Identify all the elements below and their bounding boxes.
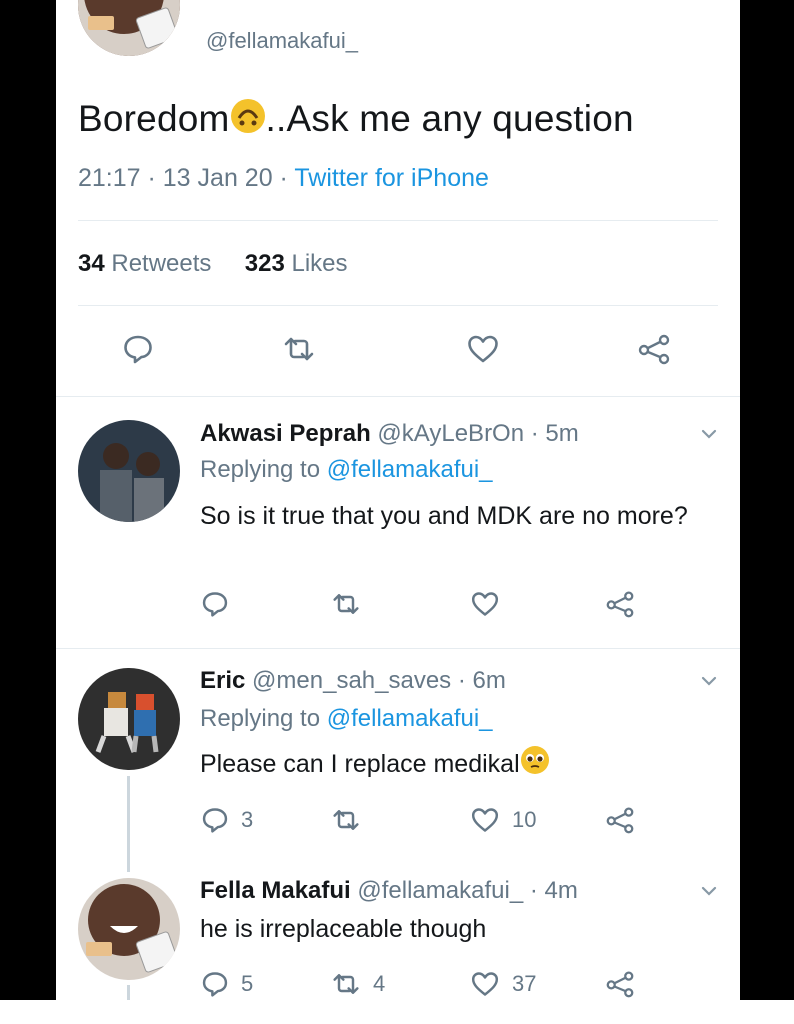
- divider: [78, 305, 718, 306]
- reply-button[interactable]: 3: [201, 806, 253, 834]
- replying-to-handle[interactable]: @fellamakafui_: [327, 705, 493, 732]
- reply-header: Eric @men_sah_saves · 6m: [200, 667, 506, 695]
- author-handle[interactable]: @fellamakafui_: [206, 28, 358, 54]
- pleading-face-emoji-icon: [520, 745, 550, 785]
- chevron-down-icon[interactable]: [697, 879, 721, 903]
- replying-to-handle[interactable]: @fellamakafui_: [327, 456, 493, 483]
- retweet-button[interactable]: 4: [331, 970, 385, 998]
- retweet-icon: [331, 970, 361, 998]
- reply-button[interactable]: 5: [201, 970, 253, 998]
- chevron-down-icon[interactable]: [697, 422, 721, 446]
- user-name[interactable]: Fella Makafui: [200, 877, 351, 904]
- replying-to: Replying to @fellamakafui_: [200, 705, 493, 733]
- heart-icon: [470, 590, 500, 618]
- reply-text: he is irreplaceable though: [200, 915, 487, 943]
- share-icon: [604, 970, 636, 998]
- replying-to-prefix: Replying to: [200, 456, 327, 483]
- tweet-stats: 34 Retweets 323 Likes: [78, 250, 348, 278]
- reply-button[interactable]: [201, 590, 241, 618]
- share-button[interactable]: [604, 806, 636, 834]
- retweets-stat[interactable]: 34 Retweets: [78, 250, 211, 277]
- share-icon: [604, 590, 636, 618]
- retweet-button[interactable]: [331, 590, 373, 618]
- like-button[interactable]: 37: [470, 970, 536, 998]
- avatar[interactable]: [78, 668, 180, 770]
- like-count: 10: [512, 807, 537, 832]
- divider: [56, 396, 740, 397]
- tweet-time[interactable]: 21:17: [78, 164, 141, 192]
- reply-icon: [201, 806, 229, 834]
- like-button[interactable]: 10: [470, 806, 536, 834]
- like-count: 37: [512, 971, 537, 996]
- upside-down-face-emoji-icon: [230, 98, 266, 143]
- meta-separator: ·: [140, 164, 163, 192]
- thread-connector-line: [127, 776, 130, 872]
- retweet-button[interactable]: [331, 806, 373, 834]
- user-name[interactable]: Eric: [200, 667, 245, 694]
- likes-stat[interactable]: 323 Likes: [245, 250, 348, 277]
- reply-icon: [201, 970, 229, 998]
- reply-icon: [201, 590, 229, 618]
- chevron-down-icon[interactable]: [697, 669, 721, 693]
- reply-count: 3: [241, 807, 254, 832]
- tweet-date[interactable]: 13 Jan 20: [163, 164, 273, 192]
- user-handle[interactable]: @kAyLeBrOn: [377, 420, 524, 447]
- share-button[interactable]: [636, 333, 672, 365]
- likes-count: 323: [244, 250, 285, 277]
- reply-time: · 5m: [530, 420, 579, 447]
- tweet-text: Boredom ..Ask me any question: [78, 98, 634, 143]
- retweet-count: 4: [373, 971, 386, 996]
- divider: [56, 648, 740, 649]
- replying-to: Replying to @fellamakafui_: [200, 456, 493, 484]
- retweets-label: Retweets: [104, 250, 212, 277]
- share-icon: [604, 806, 636, 834]
- tweet-text-before: Boredom: [78, 98, 230, 139]
- heart-icon: [470, 970, 500, 998]
- heart-icon: [466, 333, 500, 365]
- like-button[interactable]: [470, 590, 512, 618]
- retweet-icon: [282, 333, 316, 365]
- like-button[interactable]: [466, 333, 500, 365]
- tweet-meta: 21:17 · 13 Jan 20 · Twitter for iPhone: [78, 164, 489, 193]
- divider: [78, 220, 718, 221]
- reply-button[interactable]: [122, 333, 154, 365]
- bottom-border: [0, 1000, 794, 1024]
- share-icon: [636, 333, 672, 365]
- tweet-text-after: ..Ask me any question: [265, 98, 634, 139]
- heart-icon: [470, 806, 500, 834]
- replying-to-prefix: Replying to: [200, 705, 327, 732]
- avatar[interactable]: [78, 420, 180, 522]
- user-handle[interactable]: @men_sah_saves: [252, 667, 451, 694]
- retweet-icon: [331, 590, 361, 618]
- author-avatar[interactable]: [78, 0, 180, 56]
- retweet-icon: [331, 806, 361, 834]
- reply-count: 5: [241, 971, 254, 996]
- retweets-count: 34: [78, 250, 105, 277]
- avatar[interactable]: [78, 878, 180, 980]
- share-button[interactable]: [604, 970, 636, 998]
- retweet-button[interactable]: [282, 333, 316, 365]
- tweet-detail-screen: @fellamakafui_ Boredom ..Ask me any quest…: [56, 0, 740, 1000]
- user-name[interactable]: Akwasi Peprah: [200, 420, 371, 447]
- tweet-source[interactable]: Twitter for iPhone: [294, 164, 489, 192]
- thread-connector-line: [127, 985, 130, 1000]
- meta-separator: ·: [272, 164, 295, 192]
- user-handle[interactable]: @fellamakafui_: [357, 877, 523, 904]
- reply-icon: [122, 333, 154, 365]
- reply-header: Fella Makafui @fellamakafui_ · 4m: [200, 877, 578, 905]
- likes-label: Likes: [284, 250, 348, 277]
- reply-time: · 6m: [457, 667, 506, 694]
- reply-text: So is it true that you and MDK are no mo…: [200, 502, 688, 530]
- reply-header: Akwasi Peprah @kAyLeBrOn · 5m: [200, 420, 579, 448]
- reply-time: · 4m: [529, 877, 578, 904]
- reply-text: Please can I replace medikal: [200, 745, 550, 785]
- share-button[interactable]: [604, 590, 636, 618]
- reply-text-content: Please can I replace medikal: [200, 750, 520, 778]
